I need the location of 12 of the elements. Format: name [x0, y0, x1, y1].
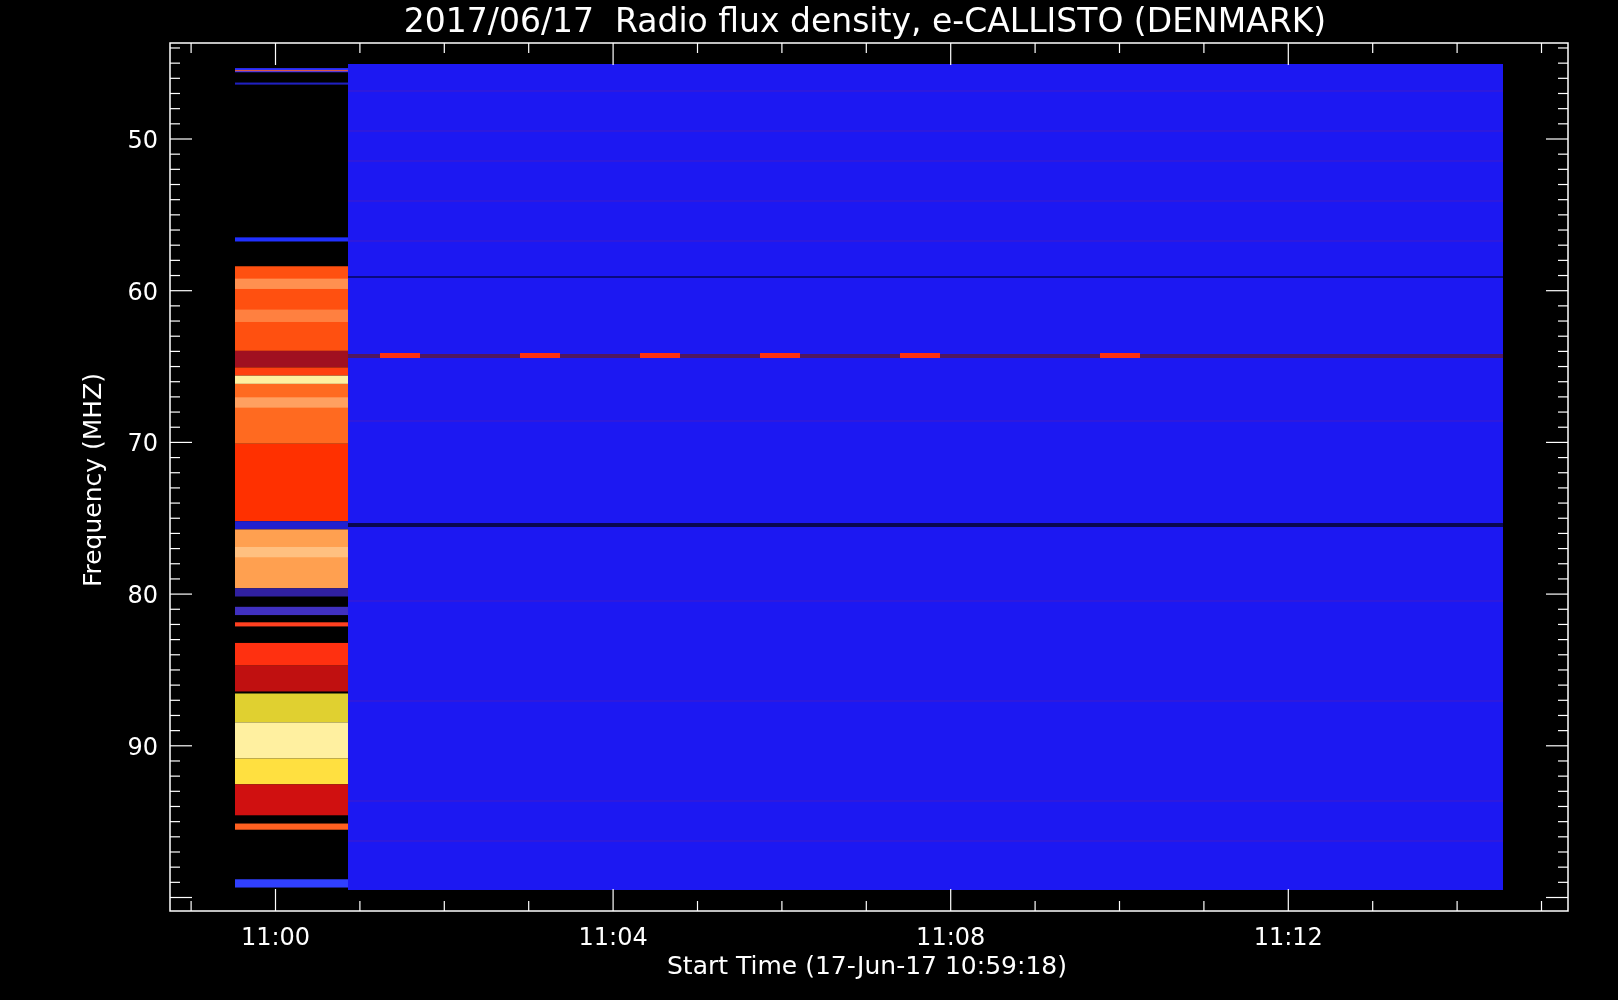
- x-tick-label: 11:08: [916, 923, 986, 951]
- x-axis-label: Start Time (17-Jun-17 10:59:18): [667, 951, 1067, 980]
- y-tick-label: 50: [127, 126, 158, 154]
- y-tick-label: 90: [127, 732, 158, 761]
- y-tick-label: 60: [127, 277, 158, 306]
- chart-title: 2017/06/17 Radio flux density, e-CALLISTO (DENMARK): [403, 1, 1327, 40]
- y-tick-label: 70: [127, 429, 158, 458]
- x-tick-label: 11:12: [1253, 923, 1323, 951]
- y-tick-label: 80: [127, 581, 158, 610]
- y-axis-label: Frequency (MHZ): [78, 372, 107, 588]
- x-tick-label: 11:00: [240, 923, 311, 951]
- x-tick-label: 11:04: [578, 923, 648, 951]
